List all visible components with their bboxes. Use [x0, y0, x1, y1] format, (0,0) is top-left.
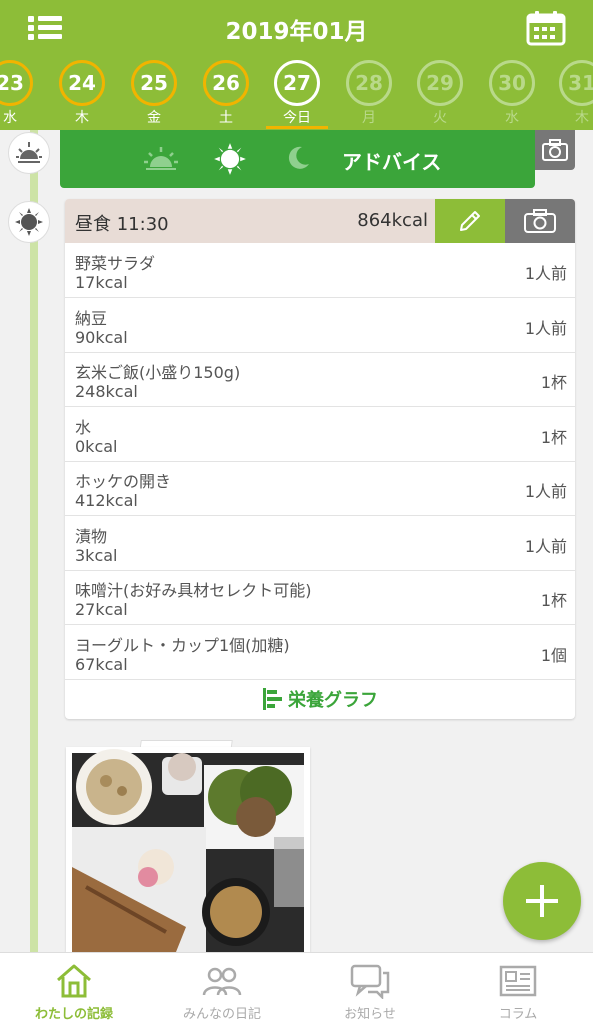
month-title: 2019年01月: [225, 19, 368, 45]
day-28[interactable]: 28 月: [340, 58, 400, 128]
day-27-today[interactable]: 27 今日: [268, 58, 328, 128]
advice-bar[interactable]: アドバイス: [60, 130, 535, 188]
meal-total-kcal: 864kcal: [357, 210, 428, 231]
camera-icon: [524, 209, 556, 233]
meal-photo[interactable]: [66, 747, 310, 952]
edit-meal-button[interactable]: [435, 199, 505, 243]
nutrition-graph-label: 栄養グラフ: [288, 690, 378, 711]
meal-title: 昼食 11:30: [75, 214, 169, 235]
meal-header: 昼食 11:30 864kcal: [65, 199, 575, 243]
sun-icon: [8, 201, 50, 243]
add-record-button[interactable]: [503, 862, 581, 940]
nav-column[interactable]: コラム: [444, 953, 592, 1024]
newspaper-icon: [499, 965, 537, 997]
today-indicator: [266, 126, 328, 129]
moon-icon[interactable]: [284, 144, 312, 172]
timeline-line: [30, 130, 38, 952]
app-header: 2019年01月 23 水 24 木 25 金 26 土 27 今日 28 月 …: [0, 0, 593, 130]
chat-icon: [350, 964, 390, 999]
nutrition-graph-link[interactable]: 栄養グラフ: [65, 679, 575, 719]
day-24[interactable]: 24 木: [53, 58, 113, 128]
food-row[interactable]: ヨーグルト・カップ1個(加糖) 67kcal 1個: [65, 625, 575, 680]
meal-photo-image: [72, 749, 304, 952]
pencil-icon: [460, 211, 480, 231]
food-row[interactable]: 玄米ご飯(小盛り150g) 248kcal 1杯: [65, 352, 575, 407]
day-26[interactable]: 26 土: [197, 58, 257, 128]
nav-my-records[interactable]: わたしの記録: [0, 953, 148, 1024]
camera-button-top[interactable]: [535, 130, 575, 170]
day-29[interactable]: 29 火: [411, 58, 471, 128]
bottom-nav: わたしの記録 みんなの日記 お知らせ コラム: [0, 952, 593, 1024]
food-row[interactable]: 水 0kcal 1杯: [65, 407, 575, 462]
day-31[interactable]: 31 木: [553, 58, 593, 128]
day-23[interactable]: 23 水: [0, 58, 41, 128]
day-30[interactable]: 30 水: [483, 58, 543, 128]
nav-everyone-diary[interactable]: みんなの日記: [148, 953, 296, 1024]
food-row[interactable]: 納豆 90kcal 1人前: [65, 298, 575, 353]
home-icon: [57, 964, 91, 998]
food-row[interactable]: ホッケの開き 412kcal 1人前: [65, 461, 575, 516]
sunrise-icon[interactable]: [142, 145, 180, 171]
day-25[interactable]: 25 金: [125, 58, 185, 128]
meal-camera-button[interactable]: [505, 199, 575, 243]
food-row[interactable]: 漬物 3kcal 1人前: [65, 516, 575, 571]
food-row[interactable]: 野菜サラダ 17kcal 1人前: [65, 243, 575, 298]
calendar-icon[interactable]: [526, 10, 566, 46]
meal-card: 昼食 11:30 864kcal 野菜サラダ 17kcal 1人前 納豆 90k…: [65, 199, 575, 719]
sunrise-icon: [8, 132, 50, 174]
people-icon: [202, 967, 242, 996]
nav-notifications[interactable]: お知らせ: [296, 953, 444, 1024]
advice-label: アドバイス: [342, 150, 442, 174]
bar-chart-icon: [263, 688, 282, 710]
plus-icon: [526, 885, 558, 917]
date-strip: 23 水 24 木 25 金 26 土 27 今日 28 月 29 火 30 水: [0, 58, 593, 130]
camera-icon: [542, 139, 568, 161]
sun-icon[interactable]: [213, 142, 247, 176]
food-row[interactable]: 味噌汁(お好み具材セレクト可能) 27kcal 1杯: [65, 570, 575, 625]
